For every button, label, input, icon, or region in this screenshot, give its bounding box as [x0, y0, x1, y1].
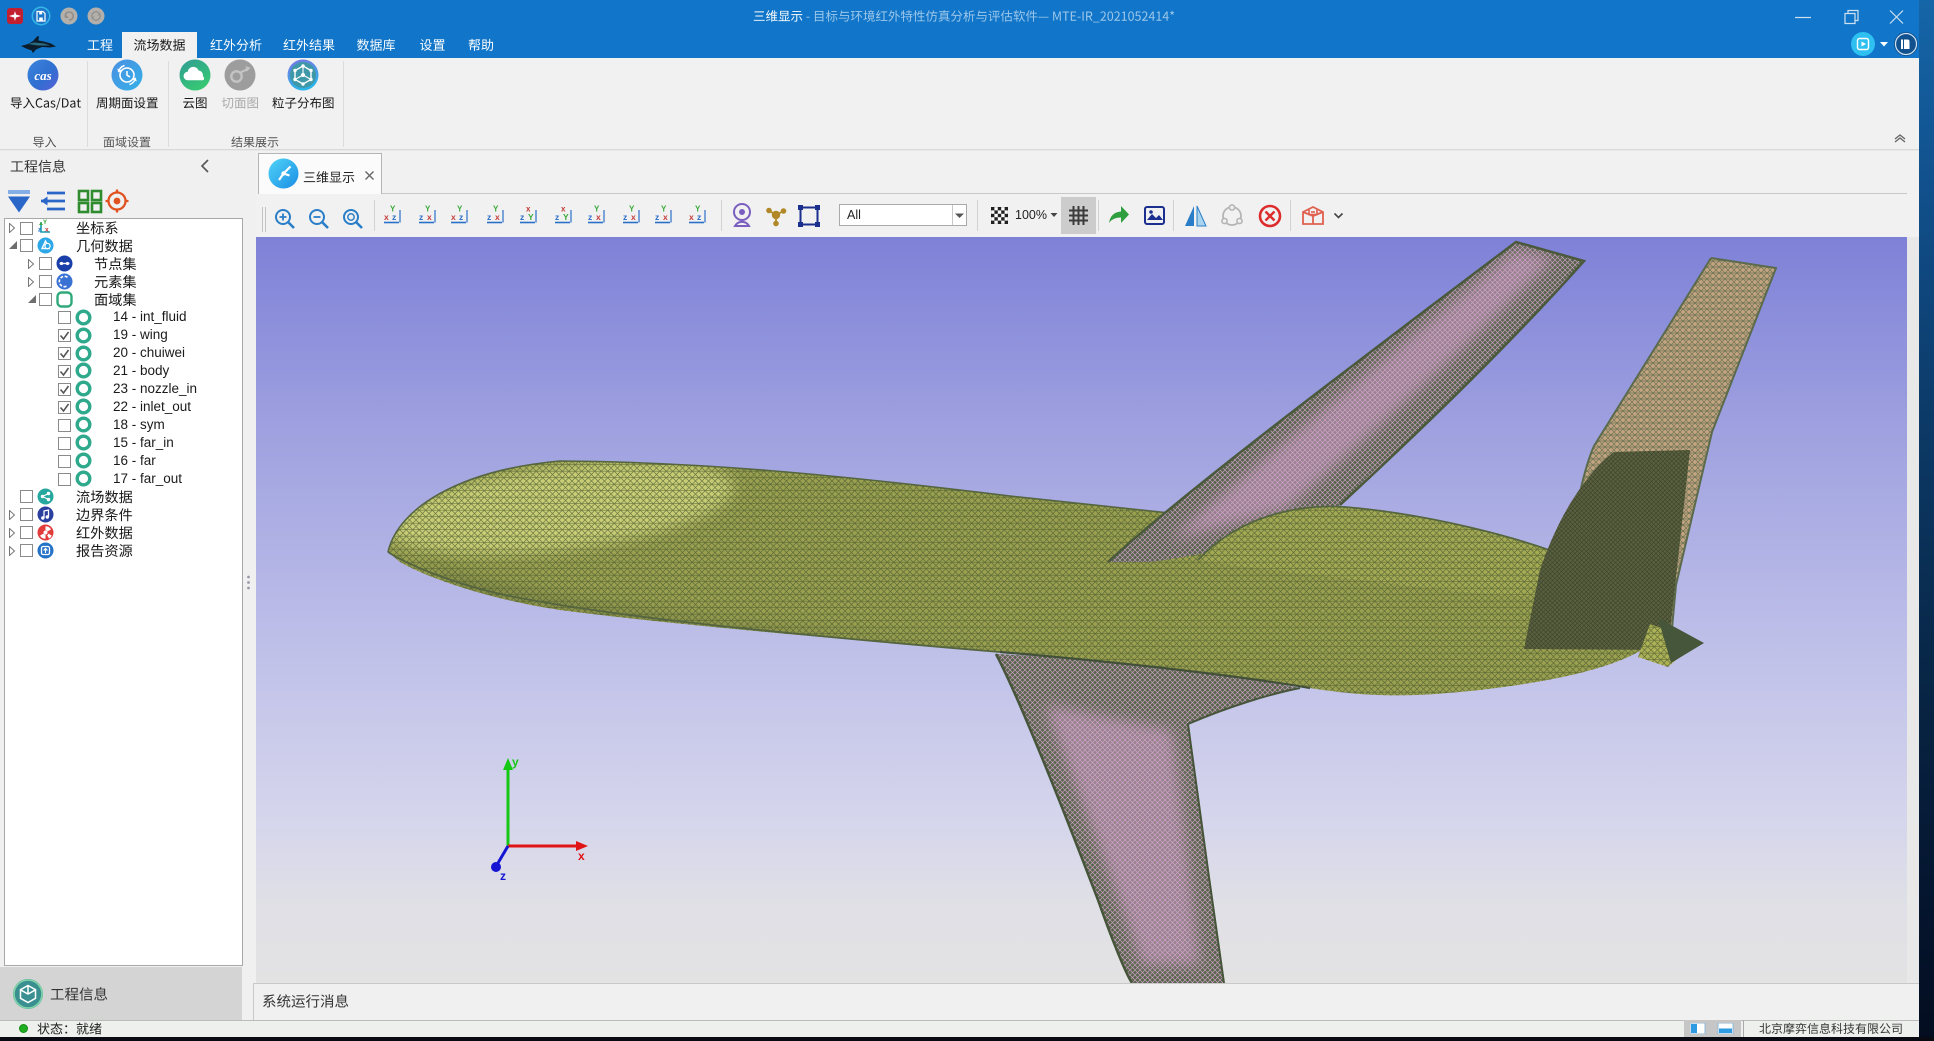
svg-text:x: x: [427, 212, 432, 222]
svg-text:x: x: [578, 849, 585, 863]
svg-text:Y: Y: [661, 205, 667, 214]
svg-text:z: z: [392, 212, 396, 222]
svg-text:z: z: [588, 212, 592, 222]
svg-text:z: z: [487, 212, 491, 222]
svg-text:x: x: [526, 205, 531, 214]
svg-text:z: z: [697, 212, 701, 222]
svg-text:Y: Y: [390, 205, 396, 214]
svg-text:Y: Y: [629, 205, 635, 214]
svg-text:x: x: [663, 212, 668, 222]
svg-text:Y: Y: [695, 205, 701, 214]
svg-text:Y: Y: [43, 220, 47, 226]
svg-text:cas: cas: [34, 68, 51, 83]
svg-text:x: x: [631, 212, 636, 222]
svg-text:Y: Y: [594, 205, 600, 214]
svg-text:z: z: [555, 212, 559, 222]
svg-text:z: z: [520, 212, 524, 222]
svg-text:x: x: [451, 212, 456, 222]
svg-text:Y: Y: [493, 205, 499, 214]
svg-text:x: x: [384, 212, 389, 222]
svg-text:x: x: [45, 227, 49, 234]
svg-text:Y: Y: [425, 205, 431, 214]
svg-text:y: y: [512, 755, 519, 769]
svg-text:x: x: [561, 205, 566, 214]
svg-text:Y: Y: [563, 212, 569, 222]
svg-text:z: z: [419, 212, 423, 222]
svg-text:x: x: [596, 212, 601, 222]
svg-text:Y: Y: [457, 205, 463, 214]
svg-text:x: x: [495, 212, 500, 222]
svg-text:z: z: [459, 212, 463, 222]
svg-text:z: z: [655, 212, 659, 222]
svg-text:Y: Y: [528, 212, 534, 222]
svg-text:x: x: [689, 212, 694, 222]
svg-text:z: z: [500, 869, 506, 883]
svg-text:z: z: [623, 212, 627, 222]
